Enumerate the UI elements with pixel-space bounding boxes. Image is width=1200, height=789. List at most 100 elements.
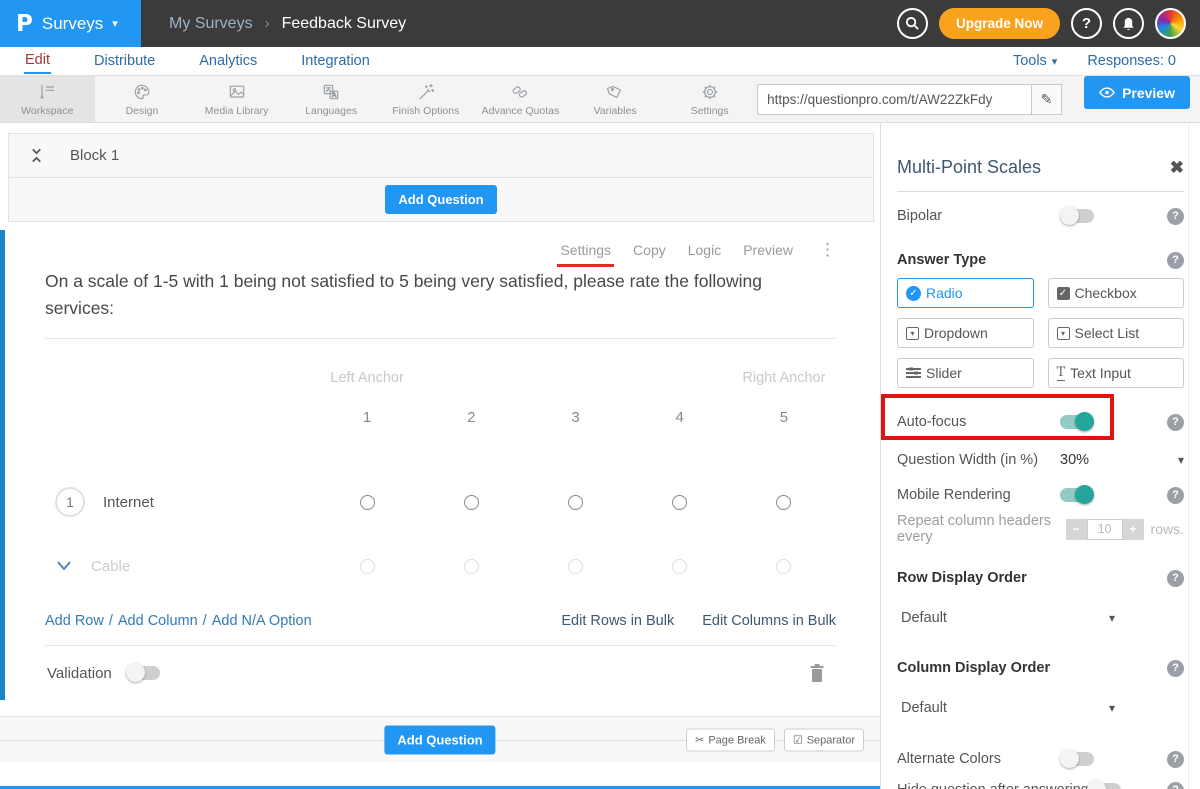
question-tab-preview[interactable]: Preview	[743, 242, 793, 258]
alternate-colors-toggle[interactable]	[1060, 752, 1094, 766]
answer-type-slider[interactable]: Slider	[897, 358, 1034, 388]
help-icon[interactable]: ?	[1167, 660, 1184, 677]
answer-type-label: Answer Type	[897, 252, 986, 268]
block-1: Block 1 Add Question	[8, 133, 874, 222]
chevron-down-icon[interactable]	[55, 560, 73, 572]
radio-option[interactable]	[360, 559, 375, 574]
languages-icon: A	[320, 82, 342, 102]
bipolar-label: Bipolar	[897, 208, 942, 224]
breadcrumb-my-surveys[interactable]: My Surveys	[169, 15, 253, 33]
radio-option[interactable]	[776, 495, 791, 510]
help-icon[interactable]: ?	[1167, 751, 1184, 768]
block-title[interactable]: Block 1	[70, 147, 119, 164]
column-header[interactable]: 5	[780, 409, 788, 426]
toolbar-item-advance-quotas[interactable]: Advance Quotas	[473, 76, 568, 122]
toolbar-item-design[interactable]: Design	[95, 76, 190, 122]
toolbar-item-variables[interactable]: Variables	[568, 76, 663, 122]
radio-option[interactable]	[360, 495, 375, 510]
close-icon[interactable]: ✖	[1170, 158, 1184, 178]
radio-option[interactable]	[672, 559, 687, 574]
notifications-button[interactable]	[1113, 8, 1144, 39]
row-label[interactable]: Cable	[91, 558, 130, 575]
tab-integration[interactable]: Integration	[300, 49, 371, 73]
upgrade-now-button[interactable]: Upgrade Now	[939, 8, 1060, 39]
row-display-order-select[interactable]: Default ▾	[897, 606, 1115, 630]
toolbar-item-languages[interactable]: A Languages	[284, 76, 379, 122]
increment-button[interactable]: +	[1123, 519, 1144, 540]
answer-type-select-list[interactable]: ▾ Select List	[1048, 318, 1185, 348]
add-column-link[interactable]: Add Column	[118, 613, 198, 629]
help-icon[interactable]: ?	[1167, 487, 1184, 504]
topnav-actions: Upgrade Now ?	[897, 8, 1200, 39]
radio-option[interactable]	[568, 559, 583, 574]
help-icon[interactable]: ?	[1167, 208, 1184, 225]
tools-menu[interactable]: Tools ▾	[1013, 53, 1057, 69]
radio-option[interactable]	[672, 495, 687, 510]
product-switcher[interactable]: P Surveys ▾	[0, 0, 141, 47]
finish-options-wand-icon	[415, 82, 437, 102]
help-icon[interactable]: ?	[1167, 570, 1184, 587]
toolbar-item-workspace[interactable]: Workspace	[0, 76, 95, 122]
add-question-button-top[interactable]: Add Question	[385, 185, 496, 214]
chevron-down-icon[interactable]: ▾	[1178, 453, 1184, 467]
edit-rows-in-bulk-link[interactable]: Edit Rows in Bulk	[561, 613, 674, 629]
responses-count[interactable]: Responses: 0	[1087, 53, 1176, 69]
help-button[interactable]: ?	[1071, 8, 1102, 39]
question-tab-logic[interactable]: Logic	[688, 242, 721, 258]
auto-focus-toggle[interactable]	[1060, 415, 1094, 429]
radio-option[interactable]	[464, 559, 479, 574]
repeat-headers-input[interactable]	[1087, 519, 1123, 540]
radio-option[interactable]	[568, 495, 583, 510]
page-break-button[interactable]: ✂ Page Break	[686, 729, 775, 752]
separator-button[interactable]: ☑ Separator	[784, 729, 864, 752]
help-icon[interactable]: ?	[1167, 414, 1184, 431]
toolbar-item-settings[interactable]: Settings	[662, 76, 757, 122]
radio-option[interactable]	[464, 495, 479, 510]
column-header[interactable]: 4	[676, 409, 684, 426]
mobile-rendering-toggle[interactable]	[1060, 488, 1094, 502]
breadcrumb-current: Feedback Survey	[282, 15, 407, 33]
delete-question-trash-icon[interactable]	[808, 663, 826, 683]
toolbar-item-finish-options[interactable]: Finish Options	[379, 76, 474, 122]
tab-analytics[interactable]: Analytics	[198, 49, 258, 73]
toolbar-item-media-library[interactable]: Media Library	[189, 76, 284, 122]
column-header[interactable]: 3	[571, 409, 579, 426]
question-width-value[interactable]: 30%	[1060, 452, 1089, 468]
hide-question-toggle[interactable]	[1087, 783, 1121, 789]
add-row-link[interactable]: Add Row	[45, 613, 104, 629]
column-header[interactable]: 1	[363, 409, 371, 426]
tab-distribute[interactable]: Distribute	[93, 49, 156, 73]
section-tabs: Edit Distribute Analytics Integration To…	[0, 47, 1200, 76]
answer-type-dropdown[interactable]: ▾ Dropdown	[897, 318, 1034, 348]
radio-option[interactable]	[776, 559, 791, 574]
edit-columns-in-bulk-link[interactable]: Edit Columns in Bulk	[702, 613, 836, 629]
row-label[interactable]: Internet	[103, 494, 154, 511]
search-button[interactable]	[897, 8, 928, 39]
help-icon[interactable]: ?	[1167, 782, 1184, 789]
collapse-block-icon[interactable]	[29, 147, 44, 164]
bipolar-toggle[interactable]	[1060, 209, 1094, 223]
answer-type-text-input[interactable]: T Text Input	[1048, 358, 1185, 388]
validation-toggle[interactable]	[126, 666, 160, 680]
repeat-headers-row: Repeat column headers every − + rows.	[897, 512, 1184, 546]
survey-url-input[interactable]	[757, 84, 1031, 115]
add-na-option-link[interactable]: Add N/A Option	[212, 613, 312, 629]
question-tab-copy[interactable]: Copy	[633, 242, 666, 258]
column-header[interactable]: 2	[467, 409, 475, 426]
tab-edit[interactable]: Edit	[24, 48, 51, 74]
help-icon[interactable]: ?	[1167, 252, 1184, 269]
question-text[interactable]: On a scale of 1-5 with 1 being not satis…	[45, 268, 835, 322]
column-display-order-select[interactable]: Default ▾	[897, 696, 1115, 720]
question-more-menu-icon[interactable]: ⋮	[819, 240, 836, 260]
edit-url-button[interactable]: ✎	[1031, 84, 1062, 115]
preview-button[interactable]: Preview	[1084, 76, 1190, 109]
question-tab-settings[interactable]: Settings	[560, 242, 611, 258]
answer-type-checkbox[interactable]: ✓ Checkbox	[1048, 278, 1185, 308]
answer-type-radio[interactable]: ✓ Radio	[897, 278, 1034, 308]
right-anchor-placeholder[interactable]: Right Anchor	[742, 370, 825, 386]
decrement-button[interactable]: −	[1066, 519, 1087, 540]
user-avatar[interactable]	[1155, 8, 1186, 39]
left-anchor-placeholder[interactable]: Left Anchor	[330, 370, 403, 386]
question-tabs: Settings Copy Logic Preview ⋮	[45, 230, 836, 256]
add-question-button-bottom[interactable]: Add Question	[384, 726, 495, 755]
